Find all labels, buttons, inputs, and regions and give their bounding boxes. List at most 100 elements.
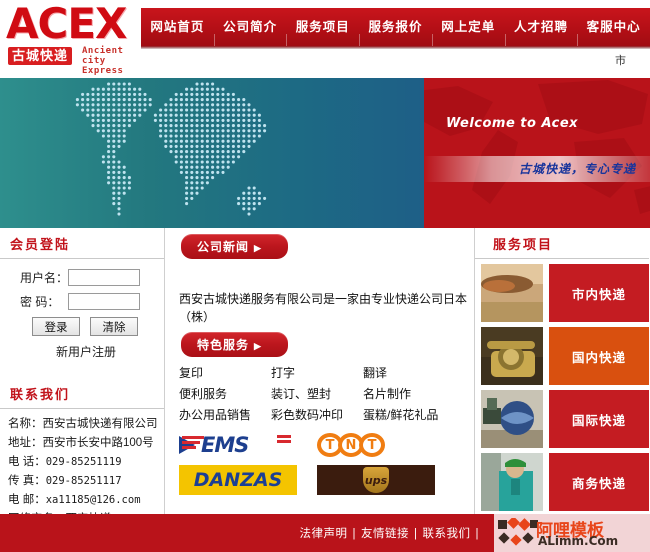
thumb-image-phone — [481, 327, 543, 385]
thumb-image-city — [481, 264, 543, 322]
feature-cell[interactable]: 办公用品销售 — [179, 405, 271, 426]
logo-wordmark: ACEX — [6, 0, 127, 48]
login-clear-button[interactable]: 清除 — [90, 317, 138, 336]
feature-cell[interactable]: 复印 — [179, 363, 271, 384]
news-section: 公司新闻 ▶ — [165, 228, 474, 290]
footer-link-legal[interactable]: 法律声明 — [300, 528, 348, 540]
partner-row-1: EMS T N T — [179, 432, 463, 458]
nav-item-about[interactable]: 公司简介 — [213, 8, 287, 46]
company-news-label: 公司新闻 — [197, 240, 250, 254]
service-label-domestic[interactable]: 国内快递 — [549, 327, 649, 385]
danzas-wordmark: DANZAS — [193, 469, 283, 491]
username-input[interactable] — [68, 269, 140, 286]
footer-link-contact[interactable]: 联系我们 — [423, 528, 471, 540]
template-watermark: 阿哩模板 ALimm.Com — [494, 514, 650, 552]
nav-item-services[interactable]: 服务项目 — [286, 8, 359, 46]
password-row: 密 码： — [6, 293, 158, 310]
service-item-city[interactable]: 市内快递 — [481, 264, 649, 322]
services-panel-title: 服务项目 — [475, 228, 649, 259]
feature-cell[interactable]: 便利服务 — [179, 384, 271, 405]
feature-services-label: 特色服务 — [197, 338, 250, 352]
contact-item-fax: 传 真：029-85251117 — [8, 472, 158, 491]
register-link[interactable]: 新用户注册 — [6, 343, 158, 360]
hero-banner: Welcome to Acex 古城快递，专心专递 — [0, 78, 650, 228]
ups-shield-icon: ups — [363, 467, 389, 493]
ups-logo[interactable]: ups — [317, 465, 435, 495]
tnt-logo[interactable]: T N T — [317, 432, 425, 458]
feature-cell[interactable]: 装订、塑封 — [271, 384, 363, 405]
footer-left-block — [0, 514, 165, 552]
nav-item-careers[interactable]: 人才招聘 — [504, 8, 578, 46]
site-header: ACEX 古城快递 Ancient city Express 网站首页 公司简介… — [0, 0, 650, 78]
username-label: 用户名： — [20, 271, 69, 285]
feature-services-button[interactable]: 特色服务 ▶ — [181, 332, 288, 357]
password-label: 密 码： — [20, 295, 60, 309]
header-corner-mark: 市 — [615, 54, 626, 67]
contact-item-phone: 电 话：029-85251119 — [8, 453, 158, 472]
dotted-world-map-icon — [75, 82, 267, 216]
contact-value-phone: 029-85251119 — [45, 456, 122, 468]
contact-label-email: 电 邮： — [8, 494, 46, 506]
footer-link-bar: 法律声明 | 友情链接 | 联系我们 | — [165, 514, 494, 552]
chevron-right-icon-2: ▶ — [254, 341, 262, 351]
service-item-international[interactable]: 国际快递 — [481, 390, 649, 448]
banner-welcome-text: Welcome to Acex — [446, 116, 579, 131]
feature-cell[interactable]: 蛋糕/鲜花礼品 — [363, 405, 463, 426]
main-content: 会员登陆 用户名： 密 码： 登录 清除 新用户注册 联系我们 名称：西安古城快… — [0, 228, 650, 525]
nav-item-pricing[interactable]: 服务报价 — [359, 8, 432, 46]
contact-value-name: 西安古城快递有限公司 — [42, 418, 158, 430]
service-item-business[interactable]: 商务快递 — [481, 453, 649, 511]
contact-label-name: 名称： — [8, 418, 43, 430]
contact-item-name: 名称：西安古城快递有限公司 — [8, 415, 158, 434]
logo-english-tagline: Ancient city Express — [82, 46, 141, 76]
partner-logos: EMS T N T DANZAS ups — [179, 432, 463, 495]
watermark-diamonds-icon — [498, 518, 538, 546]
service-thumb-business — [481, 453, 543, 511]
page-root: ACEX 古城快递 Ancient city Express 网站首页 公司简介… — [0, 0, 650, 552]
banner-welcome-panel: Welcome to Acex 古城快递，专心专递 — [424, 78, 650, 228]
footer-sep-1: | — [352, 528, 356, 540]
service-label-city[interactable]: 市内快递 — [549, 264, 649, 322]
service-label-business[interactable]: 商务快递 — [549, 453, 649, 511]
partner-row-2: DANZAS ups — [179, 465, 463, 495]
tnt-letter-t2: T — [359, 433, 385, 457]
service-thumb-city — [481, 264, 543, 322]
contact-value-address: 西安市长安中路100号 — [42, 437, 154, 449]
contact-label-address: 地址： — [8, 437, 43, 449]
feature-cell[interactable]: 打字 — [271, 363, 363, 384]
banner-map-panel — [0, 78, 424, 228]
service-thumb-domestic — [481, 327, 543, 385]
service-label-international[interactable]: 国际快递 — [549, 390, 649, 448]
thumb-image-courier — [481, 453, 543, 511]
main-navigation: 网站首页 公司简介 服务项目 服务报价 网上定单 人才招聘 客服中心 — [141, 8, 650, 49]
login-submit-button[interactable]: 登录 — [32, 317, 80, 336]
site-footer: 法律声明 | 友情链接 | 联系我们 | 阿哩模板 ALimm.Com — [0, 514, 650, 552]
nav-item-home[interactable]: 网站首页 — [141, 8, 214, 46]
nav-item-support[interactable]: 客服中心 — [577, 8, 650, 46]
feature-services-grid: 复印 打字 翻译 便利服务 装订、塑封 名片制作 办公用品销售 彩色数码冲印 蛋… — [179, 363, 474, 426]
password-input[interactable] — [68, 293, 140, 310]
banner-slogan-text: 古城快递，专心专递 — [518, 162, 636, 176]
watermark-english-text: ALimm.Com — [538, 534, 619, 548]
service-item-domestic[interactable]: 国内快递 — [481, 327, 649, 385]
feature-cell[interactable]: 翻译 — [363, 363, 463, 384]
ems-logo[interactable]: EMS — [179, 432, 297, 458]
site-logo[interactable]: ACEX 古城快递 Ancient city Express — [0, 0, 141, 78]
contact-item-email: 电 邮：xa11185@126.com — [8, 491, 158, 510]
feature-row: 复印 打字 翻译 — [179, 363, 474, 384]
logo-tagline-line1: Ancient city — [82, 46, 124, 66]
left-sidebar: 会员登陆 用户名： 密 码： 登录 清除 新用户注册 联系我们 名称：西安古城快… — [0, 228, 165, 525]
nav-item-order[interactable]: 网上定单 — [431, 8, 505, 46]
logo-tagline-line2: Express — [82, 66, 124, 76]
footer-link-friends[interactable]: 友情链接 — [361, 528, 409, 540]
feature-cell[interactable]: 彩色数码冲印 — [271, 405, 363, 426]
company-intro-text: 西安古城快递服务有限公司是一家由专业快递公司日本（株） — [179, 292, 468, 324]
service-thumb-international — [481, 390, 543, 448]
chevron-right-icon: ▶ — [254, 243, 262, 253]
danzas-logo[interactable]: DANZAS — [179, 465, 297, 495]
ghost-map-icon — [424, 80, 650, 214]
feature-cell[interactable]: 名片制作 — [363, 384, 463, 405]
thumb-image-globe — [481, 390, 543, 448]
feature-row: 便利服务 装订、塑封 名片制作 — [179, 384, 474, 405]
company-news-button[interactable]: 公司新闻 ▶ — [181, 234, 288, 259]
